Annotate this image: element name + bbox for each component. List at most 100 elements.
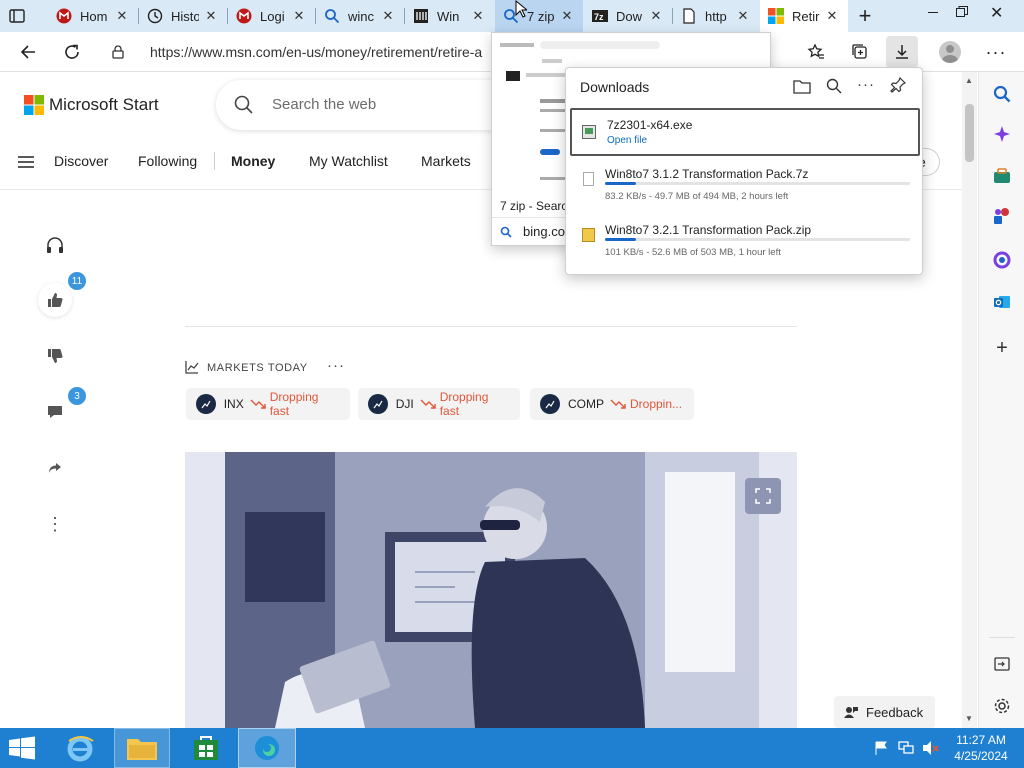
market-chip-comp[interactable]: COMP Droppin... <box>530 388 694 420</box>
more-options-button[interactable]: ⋮ <box>38 507 72 541</box>
tab-title: Hom <box>80 8 108 24</box>
scroll-up-icon[interactable]: ▲ <box>965 76 973 85</box>
search-downloads-icon[interactable] <box>826 78 842 94</box>
sidebar-tools-icon[interactable] <box>990 204 1014 228</box>
tab-close-icon[interactable]: ✕ <box>648 8 664 24</box>
brand-name[interactable]: Microsoft Start <box>49 95 159 115</box>
tab-close-icon[interactable]: ✕ <box>114 8 130 24</box>
profile-button[interactable] <box>934 36 966 68</box>
tab-close-icon[interactable]: ✕ <box>291 8 307 24</box>
tab-4[interactable]: Win ✕ <box>405 0 494 32</box>
tab-close-icon[interactable]: ✕ <box>470 8 486 24</box>
trend-down-icon <box>610 398 626 410</box>
tab-title: Dow <box>616 8 643 24</box>
scroll-thumb[interactable] <box>965 104 974 162</box>
tab-6[interactable]: 7z Dow ✕ <box>584 0 672 32</box>
taskbar-edge-button[interactable] <box>238 728 296 768</box>
downloads-button[interactable] <box>886 36 918 68</box>
tab-3[interactable]: winc ✕ <box>316 0 404 32</box>
taskbar-explorer-button[interactable] <box>114 728 170 768</box>
feedback-button[interactable]: Feedback <box>834 696 935 728</box>
clock-date: 4/25/2024 <box>954 749 1008 763</box>
dislike-button[interactable] <box>38 339 72 373</box>
restore-button[interactable] <box>956 6 968 17</box>
search-placeholder: Search the web <box>272 96 377 113</box>
close-window-button[interactable]: ✕ <box>990 3 1003 23</box>
tab-0[interactable]: Hom ✕ <box>48 0 138 32</box>
action-center-flag-icon[interactable] <box>874 741 888 755</box>
sidebar-settings-icon[interactable] <box>990 694 1014 718</box>
tab-separator <box>227 8 228 24</box>
start-button[interactable] <box>8 736 36 760</box>
tab-actions-icon[interactable] <box>8 7 26 25</box>
address-bar[interactable]: https://www.msn.com/en-us/money/retireme… <box>104 36 524 68</box>
taskbar-store-button[interactable] <box>184 730 228 766</box>
market-chip-dji[interactable]: DJI Dropping fast <box>358 388 520 420</box>
sidebar-search-icon[interactable] <box>990 82 1014 106</box>
sidebar-hide-icon[interactable] <box>990 652 1014 676</box>
sidebar-office-icon[interactable] <box>990 248 1014 272</box>
hamburger-menu-icon[interactable] <box>18 156 34 168</box>
share-button[interactable] <box>38 451 72 485</box>
nav-discover[interactable]: Discover <box>54 153 108 169</box>
file-explorer-icon <box>127 739 157 760</box>
sidebar-outlook-icon[interactable] <box>990 290 1014 314</box>
nav-money[interactable]: Money <box>231 153 275 169</box>
sidebar-copilot-icon[interactable] <box>990 122 1014 146</box>
favorites-button[interactable] <box>800 36 832 68</box>
chip-status: Dropping fast <box>269 390 319 418</box>
market-chip-inx[interactable]: INX Dropping fast <box>186 388 350 420</box>
like-button[interactable] <box>38 283 72 317</box>
new-tab-button[interactable]: + <box>852 3 878 28</box>
tab-close-icon[interactable]: ✕ <box>735 8 751 24</box>
refresh-button[interactable] <box>56 36 88 68</box>
share-icon <box>49 463 61 473</box>
tab-7[interactable]: http ✕ <box>673 0 759 32</box>
tab-1[interactable]: Histo ✕ <box>139 0 227 32</box>
clock-time: 11:27 AM <box>956 733 1006 747</box>
tab-8[interactable]: Retir ✕ <box>760 0 848 32</box>
microsoft-logo-icon[interactable] <box>24 95 44 115</box>
markets-more-button[interactable]: ··· <box>327 357 345 374</box>
nav-markets[interactable]: Markets <box>421 153 471 169</box>
listen-button[interactable] <box>38 228 72 262</box>
tab-2[interactable]: Logi ✕ <box>228 0 315 32</box>
open-file-link[interactable]: Open file <box>607 135 647 146</box>
tab-close-icon[interactable]: ✕ <box>380 8 396 24</box>
nav-following[interactable]: Following <box>138 153 197 169</box>
fullscreen-icon[interactable] <box>755 488 771 504</box>
feedback-icon <box>844 705 858 719</box>
search-icon <box>234 95 254 115</box>
tab-5[interactable]: 7 zip ✕ <box>495 0 583 32</box>
nav-my-watchlist[interactable]: My Watchlist <box>309 153 388 169</box>
back-button[interactable] <box>12 36 44 68</box>
sidebar-add-icon[interactable]: + <box>990 336 1014 360</box>
page-icon <box>681 8 697 24</box>
minimize-button[interactable] <box>928 12 938 13</box>
download-item-win8to7-312[interactable]: Win8to7 3.1.2 Transformation Pack.7z 83.… <box>570 164 920 210</box>
svg-text:7z: 7z <box>594 12 604 22</box>
article-hero-image[interactable] <box>185 452 797 728</box>
exe-file-icon <box>582 125 596 139</box>
mcafee-icon <box>56 8 72 24</box>
taskbar-clock[interactable]: 11:27 AM 4/25/2024 <box>946 732 1016 764</box>
open-folder-icon[interactable] <box>793 78 811 94</box>
page-scrollbar[interactable]: ▲ ▼ <box>962 72 977 728</box>
taskbar-ie-button[interactable] <box>58 730 102 766</box>
download-item-win8to7-321[interactable]: Win8to7 3.2.1 Transformation Pack.zip 10… <box>570 220 920 266</box>
tab-close-icon[interactable]: ✕ <box>559 8 575 24</box>
downloads-more-icon[interactable]: ··· <box>857 76 875 93</box>
download-progress <box>605 182 910 185</box>
tab-close-icon[interactable]: ✕ <box>824 8 840 24</box>
download-filename: Win8to7 3.1.2 Transformation Pack.7z <box>605 167 809 181</box>
settings-menu-button[interactable]: ··· <box>980 36 1012 68</box>
download-item-7z2301[interactable]: 7z2301-x64.exe Open file <box>570 108 920 156</box>
web-search-box[interactable]: Search the web <box>216 80 516 130</box>
network-icon[interactable] <box>898 741 914 755</box>
pin-icon[interactable] <box>890 77 906 93</box>
scroll-down-icon[interactable]: ▼ <box>965 714 973 723</box>
volume-muted-icon[interactable] <box>922 740 940 756</box>
collections-button[interactable] <box>844 36 876 68</box>
tab-close-icon[interactable]: ✕ <box>203 8 219 24</box>
sidebar-shopping-icon[interactable] <box>990 164 1014 188</box>
